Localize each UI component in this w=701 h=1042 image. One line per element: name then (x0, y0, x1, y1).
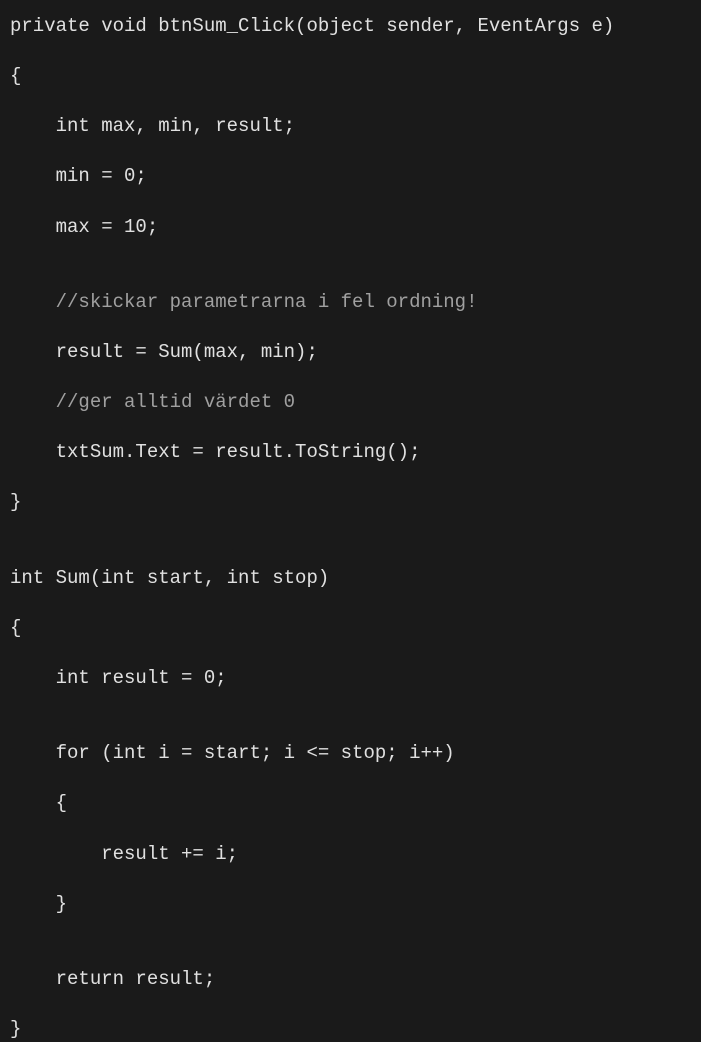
code-line: private void btnSum_Click(object sender,… (10, 14, 691, 39)
code-line: int max, min, result; (10, 114, 691, 139)
code-line-comment: //ger alltid värdet 0 (10, 390, 691, 415)
code-line: return result; (10, 967, 691, 992)
code-line: { (10, 791, 691, 816)
code-line: max = 10; (10, 215, 691, 240)
code-line: result += i; (10, 842, 691, 867)
code-line: } (10, 892, 691, 917)
code-line: result = Sum(max, min); (10, 340, 691, 365)
code-line: } (10, 490, 691, 515)
code-line: txtSum.Text = result.ToString(); (10, 440, 691, 465)
code-line: min = 0; (10, 164, 691, 189)
code-line: { (10, 616, 691, 641)
code-line: for (int i = start; i <= stop; i++) (10, 741, 691, 766)
code-line: int Sum(int start, int stop) (10, 566, 691, 591)
code-block: private void btnSum_Click(object sender,… (10, 14, 691, 1042)
code-line-comment: //skickar parametrarna i fel ordning! (10, 290, 691, 315)
code-line: int result = 0; (10, 666, 691, 691)
code-line: } (10, 1017, 691, 1042)
code-line: { (10, 64, 691, 89)
